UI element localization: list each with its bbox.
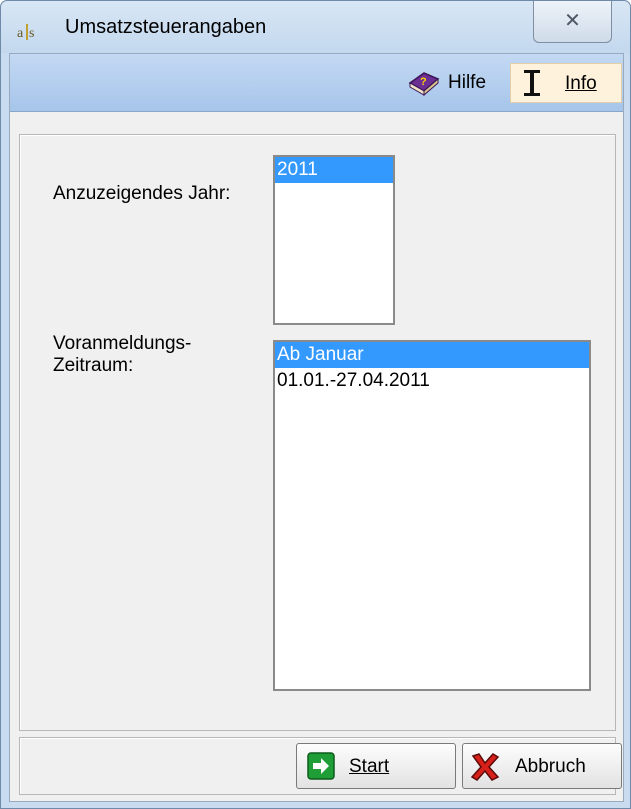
close-button[interactable]: ✕ xyxy=(533,1,612,43)
dialog-content: ? Hilfe Info Anzuzeigendes Jahr: 2011 Vo… xyxy=(9,53,624,802)
title-bar[interactable]: a s Umsatzsteuerangaben ✕ xyxy=(1,1,630,53)
app-icon: a s xyxy=(17,24,34,41)
button-bar: Start Abbruch xyxy=(19,737,622,795)
svg-text:s: s xyxy=(29,26,34,41)
info-button[interactable]: Info xyxy=(510,63,622,103)
period-item-ab-januar[interactable]: Ab Januar xyxy=(275,342,589,368)
info-label: Info xyxy=(565,73,597,94)
svg-text:?: ? xyxy=(420,76,427,88)
period-label-line2: Zeitraum: xyxy=(53,355,134,376)
help-book-icon: ? xyxy=(408,72,440,97)
period-item-date-range[interactable]: 01.01.-27.04.2011 xyxy=(275,368,589,394)
toolbar: ? Hilfe Info xyxy=(10,54,623,112)
help-label: Hilfe xyxy=(448,72,487,93)
cancel-button[interactable]: Abbruch xyxy=(462,743,622,789)
dialog-window: a s Umsatzsteuerangaben ✕ ? Hilfe Info A… xyxy=(0,0,631,809)
window-title: Umsatzsteuerangaben xyxy=(65,16,267,38)
info-cursor-icon xyxy=(524,70,540,96)
green-arrow-icon xyxy=(307,752,335,780)
svg-text:a: a xyxy=(17,26,24,41)
red-x-icon xyxy=(470,753,500,781)
period-label-line1: Voranmeldungs- xyxy=(53,333,192,354)
year-item-2011[interactable]: 2011 xyxy=(275,157,393,183)
cancel-label: Abbruch xyxy=(515,756,586,777)
start-label: Start xyxy=(349,756,390,777)
year-label: Anzuzeigendes Jahr: xyxy=(53,183,231,204)
options-panel: Anzuzeigendes Jahr: 2011 Voranmeldungs- … xyxy=(19,134,616,731)
start-button[interactable]: Start xyxy=(296,743,456,789)
help-button[interactable]: ? Hilfe xyxy=(404,63,504,103)
period-listbox[interactable]: Ab Januar 01.01.-27.04.2011 xyxy=(273,340,591,691)
year-listbox[interactable]: 2011 xyxy=(273,155,395,325)
